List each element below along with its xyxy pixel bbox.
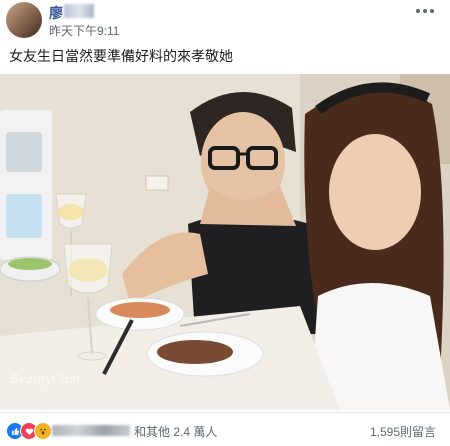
- photo-illustration: [0, 74, 450, 410]
- post-header: 廖 昨天下午9:11: [0, 0, 450, 40]
- post-caption: 女友生日當然要準備好料的來孝敬她: [9, 48, 233, 64]
- heart-icon: [25, 428, 33, 435]
- reactor-names-redaction: [52, 425, 130, 436]
- photo-watermark: BeautyCam: [10, 372, 81, 386]
- post-footer: 和其他 2.4 萬人 1,595則留言: [0, 412, 450, 446]
- more-dot-icon: [416, 9, 420, 13]
- more-options-button[interactable]: [416, 6, 436, 16]
- post-photo[interactable]: [0, 74, 450, 410]
- thumbs-up-icon: [11, 427, 19, 435]
- comments-count[interactable]: 1,595則留言: [370, 423, 436, 440]
- more-dot-icon: [430, 9, 434, 13]
- author-name[interactable]: 廖: [49, 3, 64, 23]
- wow-icon[interactable]: [34, 422, 52, 440]
- author-name-redaction: [64, 4, 94, 18]
- author-avatar[interactable]: [6, 2, 42, 38]
- post-timestamp[interactable]: 昨天下午9:11: [49, 22, 119, 39]
- reaction-count-text[interactable]: 和其他 2.4 萬人: [134, 423, 217, 440]
- wow-face-icon: [40, 428, 46, 435]
- more-dot-icon: [423, 9, 427, 13]
- facebook-post: 廖 昨天下午9:11 女友生日當然要準備好料的來孝敬她 BeautyCam 和其…: [0, 0, 450, 445]
- reaction-icons[interactable]: [6, 422, 52, 440]
